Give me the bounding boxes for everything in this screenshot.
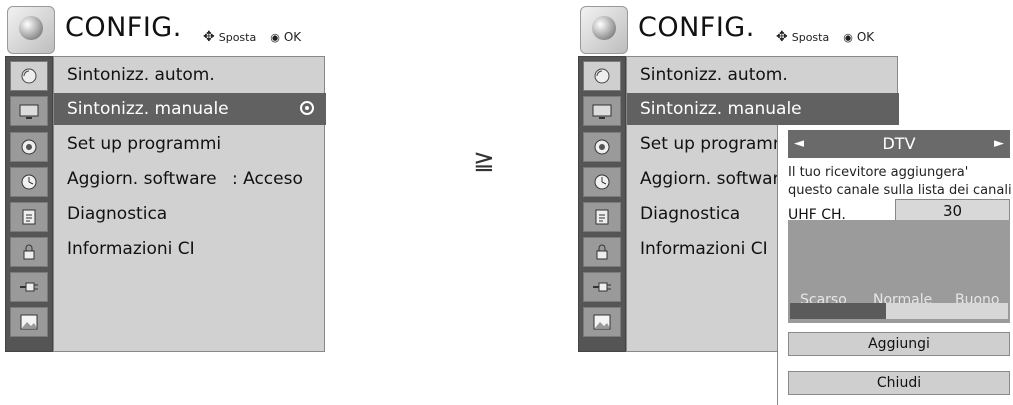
satellite-dish-icon[interactable]	[583, 61, 621, 91]
menu-item-auto-tuning[interactable]: Sintonizz. autom.	[54, 59, 326, 91]
photo-icon[interactable]	[583, 307, 621, 337]
signal-strength-bar	[790, 303, 1008, 319]
speaker-icon[interactable]	[583, 132, 621, 162]
category-icon-column	[5, 56, 53, 352]
signal-strength-panel: Scarso Normale Buono	[788, 220, 1010, 323]
menu-item-manual-tuning[interactable]: Sintonizz. manuale	[627, 93, 899, 125]
signal-strength-fill	[790, 303, 886, 319]
tv-screen-icon[interactable]	[583, 96, 621, 126]
menu-item-auto-tuning[interactable]: Sintonizz. autom.	[627, 59, 899, 91]
menu-item-ci-info[interactable]: Informazioni CI	[54, 233, 326, 265]
config-menu-left: CONFIG. ✥ Sposta ◉ OK Sintonizz. autom. …	[5, 0, 326, 352]
hint-ok-label: OK	[856, 30, 875, 44]
speaker-icon[interactable]	[10, 132, 48, 162]
padlock-icon[interactable]	[583, 237, 621, 267]
nav-hint: ✥ Sposta ◉ OK	[203, 29, 301, 45]
menu-item-label: Sintonizz. manuale	[640, 99, 802, 119]
ok-dot-icon: ◉	[270, 30, 280, 44]
menu-title: CONFIG.	[65, 12, 182, 43]
menu-item-software-update[interactable]: Aggiorn. software : Acceso	[54, 163, 326, 195]
lock-document-icon[interactable]	[10, 202, 48, 232]
plug-icon[interactable]	[583, 272, 621, 302]
menu-item-label: Informazioni CI	[640, 239, 768, 259]
selected-radio-icon	[300, 101, 314, 115]
category-icon-column	[578, 56, 626, 352]
next-mode-arrow-icon[interactable]: ►	[994, 130, 1004, 158]
manual-tuning-popup: ◄ DTV ► Il tuo ricevitore aggiungera' qu…	[777, 125, 1013, 405]
info-message: Il tuo ricevitore aggiungera' questo can…	[788, 165, 1012, 198]
menu-title: CONFIG.	[638, 12, 755, 43]
menu-item-label: Diagnostica	[640, 204, 741, 224]
next-step-arrow-icon: ≧	[473, 146, 495, 176]
menu-item-label: Informazioni CI	[67, 239, 195, 259]
close-button[interactable]: Chiudi	[788, 371, 1010, 395]
menu-item-value: : Acceso	[232, 169, 303, 189]
satellite-dish-icon[interactable]	[10, 61, 48, 91]
clock-icon[interactable]	[583, 167, 621, 197]
setup-logo-icon	[7, 6, 55, 54]
tv-screen-icon[interactable]	[10, 96, 48, 126]
menu-item-diagnostics[interactable]: Diagnostica	[54, 198, 326, 230]
clock-icon[interactable]	[10, 167, 48, 197]
nav-hint: ✥ Sposta ◉ OK	[776, 29, 874, 45]
move-arrows-icon: ✥	[203, 29, 215, 45]
menu-item-label: Sintonizz. manuale	[67, 99, 229, 119]
menu-item-label: Set up programmi	[67, 134, 222, 154]
menu-item-label: Aggiorn. software	[640, 169, 790, 189]
menu-item-label: Diagnostica	[67, 204, 168, 224]
move-arrows-icon: ✥	[776, 29, 788, 45]
menu-item-program-setup[interactable]: Set up programmi	[54, 128, 326, 160]
photo-icon[interactable]	[10, 307, 48, 337]
ok-dot-icon: ◉	[843, 30, 853, 44]
menu-item-label: Sintonizz. autom.	[67, 65, 215, 85]
add-button[interactable]: Aggiungi	[788, 332, 1010, 356]
menu-item-manual-tuning[interactable]: Sintonizz. manuale	[54, 93, 326, 125]
menu-item-label: Sintonizz. autom.	[640, 65, 788, 85]
mode-label: DTV	[882, 134, 916, 153]
menu-item-list: Sintonizz. autom. Sintonizz. manuale Set…	[53, 56, 326, 352]
setup-logo-icon	[580, 6, 628, 54]
hint-ok-label: OK	[283, 30, 302, 44]
menu-header: CONFIG. ✥ Sposta ◉ OK	[578, 0, 898, 56]
padlock-icon[interactable]	[10, 237, 48, 267]
menu-header: CONFIG. ✥ Sposta ◉ OK	[5, 0, 325, 56]
mode-selector[interactable]: ◄ DTV ►	[788, 130, 1010, 158]
plug-icon[interactable]	[10, 272, 48, 302]
menu-item-label: Set up programmi	[640, 134, 795, 154]
lock-document-icon[interactable]	[583, 202, 621, 232]
menu-item-label: Aggiorn. software	[67, 169, 217, 189]
hint-move-label: Sposta	[218, 30, 257, 44]
menu-body: Sintonizz. autom. Sintonizz. manuale Set…	[5, 56, 326, 352]
hint-move-label: Sposta	[791, 30, 830, 44]
